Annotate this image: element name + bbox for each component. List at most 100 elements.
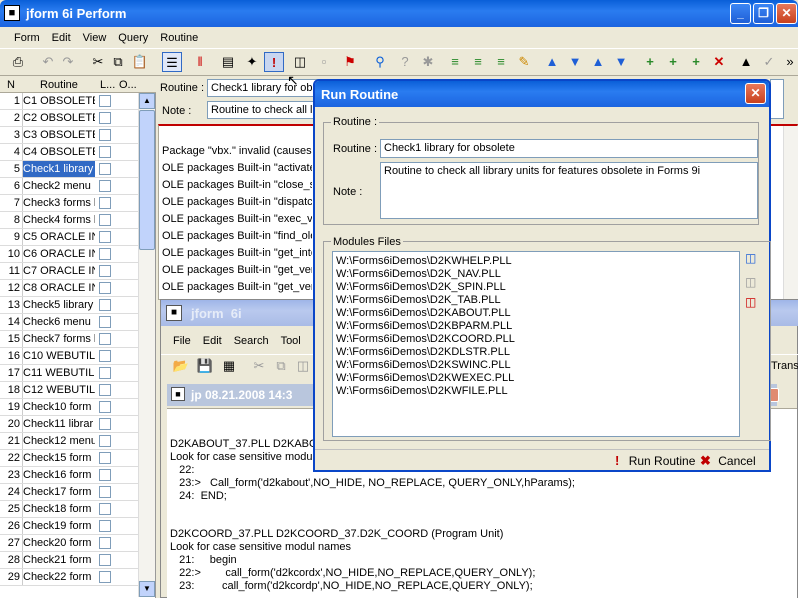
- jform-menu-tools[interactable]: Tool: [275, 332, 307, 350]
- print-icon[interactable]: ⎙: [8, 52, 28, 72]
- row-routine-name[interactable]: Check16 form: [22, 467, 95, 483]
- jform-copy-icon[interactable]: ⧉: [271, 356, 291, 376]
- grid-row[interactable]: 22 Check15 form: [0, 450, 138, 467]
- grid-row[interactable]: 9 C5 ORACLE IN: [0, 229, 138, 246]
- grid-row[interactable]: 4 C4 OBSOLETE: [0, 144, 138, 161]
- stack-icon[interactable]: ▤: [218, 52, 238, 72]
- minimize-button[interactable]: _: [730, 3, 751, 24]
- grid-row[interactable]: 15 Check7 forms l: [0, 331, 138, 348]
- row-checkbox[interactable]: [99, 418, 111, 430]
- row-routine-name[interactable]: Check3 forms l: [22, 195, 95, 211]
- jform-menu-file[interactable]: File: [167, 332, 197, 350]
- up-icon[interactable]: ▲: [736, 52, 756, 72]
- doc-icon[interactable]: ▫: [314, 52, 334, 72]
- redo-icon[interactable]: ↷: [58, 52, 78, 72]
- pencil-icon[interactable]: ✎: [514, 52, 534, 72]
- duplicate-record-icon[interactable]: +: [686, 52, 706, 72]
- list-icon[interactable]: ☰: [162, 52, 182, 72]
- row-checkbox[interactable]: [99, 248, 111, 260]
- row-checkbox[interactable]: [99, 112, 111, 124]
- row-routine-name[interactable]: C5 ORACLE IN: [22, 229, 95, 245]
- cut-icon[interactable]: ✂: [88, 52, 108, 72]
- row-checkbox[interactable]: [99, 231, 111, 243]
- row-routine-name[interactable]: Check6 menu: [22, 314, 95, 330]
- module-item[interactable]: W:\Forms6iDemos\D2KDLSTR.PLL: [336, 346, 510, 359]
- grid-row[interactable]: 24 Check17 form: [0, 484, 138, 501]
- save-all-icon[interactable]: ▦: [219, 356, 239, 376]
- module-item[interactable]: W:\Forms6iDemos\D2K_TAB.PLL: [336, 294, 501, 307]
- last-record-icon[interactable]: ▼: [611, 52, 631, 72]
- grid-row[interactable]: 21 Check12 menu: [0, 433, 138, 450]
- module-item[interactable]: W:\Forms6iDemos\D2KWHELP.PLL: [336, 255, 512, 268]
- insert-record-icon[interactable]: +: [640, 52, 660, 72]
- jform-paste-icon[interactable]: ◫: [293, 356, 313, 376]
- row-checkbox[interactable]: [99, 129, 111, 141]
- row-routine-name[interactable]: Check20 form: [22, 535, 95, 551]
- grid-row[interactable]: 2 C2 OBSOLETE: [0, 110, 138, 127]
- row-routine-name[interactable]: Check19 form: [22, 518, 95, 534]
- grid-row[interactable]: 26 Check19 form: [0, 518, 138, 535]
- module-item[interactable]: W:\Forms6iDemos\D2KWFILE.PLL: [336, 385, 508, 398]
- scroll-down-button[interactable]: ▼: [139, 581, 155, 597]
- module-item[interactable]: W:\Forms6iDemos\D2KBPARM.PLL: [336, 320, 512, 333]
- flag-icon[interactable]: ⚑: [340, 52, 360, 72]
- row-checkbox[interactable]: [99, 350, 111, 362]
- jform-menu-search[interactable]: Search: [228, 332, 275, 350]
- row-routine-name[interactable]: C2 OBSOLETE: [22, 110, 95, 126]
- close-button[interactable]: ✕: [776, 3, 797, 24]
- grid-row[interactable]: 25 Check18 form: [0, 501, 138, 518]
- grid-row[interactable]: 13 Check5 library: [0, 297, 138, 314]
- row-checkbox[interactable]: [99, 299, 111, 311]
- grid-row[interactable]: 16 C10 WEBUTIL: [0, 348, 138, 365]
- grid-row[interactable]: 10 C6 ORACLE IN: [0, 246, 138, 263]
- add-module-icon[interactable]: ◫: [745, 251, 756, 265]
- tools-icon[interactable]: ✱: [418, 52, 438, 72]
- next-record-icon[interactable]: ▲: [588, 52, 608, 72]
- row-checkbox[interactable]: [99, 180, 111, 192]
- save-icon[interactable]: 💾: [195, 356, 215, 376]
- row-routine-name[interactable]: Check1 library: [22, 161, 95, 177]
- edit-row-icon[interactable]: ≡: [468, 52, 488, 72]
- export-icon[interactable]: ◫: [290, 52, 310, 72]
- row-checkbox[interactable]: [99, 452, 111, 464]
- module-item[interactable]: W:\Forms6iDemos\D2KWEXEC.PLL: [336, 372, 514, 385]
- dialog-close-button[interactable]: ✕: [745, 83, 766, 104]
- row-routine-name[interactable]: Check18 form: [22, 501, 95, 517]
- row-routine-name[interactable]: Check4 forms l: [22, 212, 95, 228]
- grid-row[interactable]: 12 C8 ORACLE IN: [0, 280, 138, 297]
- row-routine-name[interactable]: Check21 form: [22, 552, 95, 568]
- module-item[interactable]: W:\Forms6iDemos\D2KABOUT.PLL: [336, 307, 511, 320]
- menu-routine[interactable]: Routine: [154, 29, 204, 47]
- row-checkbox[interactable]: [99, 503, 111, 515]
- remove-module-icon[interactable]: ◫: [745, 295, 756, 309]
- row-checkbox[interactable]: [99, 435, 111, 447]
- help-icon[interactable]: ?: [395, 52, 415, 72]
- col-routine[interactable]: Routine: [40, 79, 78, 91]
- grid-row[interactable]: 23 Check16 form: [0, 467, 138, 484]
- row-routine-name[interactable]: C8 ORACLE IN: [22, 280, 95, 296]
- row-checkbox[interactable]: [99, 214, 111, 226]
- row-routine-name[interactable]: C10 WEBUTIL: [22, 348, 95, 364]
- row-checkbox[interactable]: [99, 265, 111, 277]
- grid-row[interactable]: 6 Check2 menu: [0, 178, 138, 195]
- row-routine-name[interactable]: Check5 library: [22, 297, 95, 313]
- row-checkbox[interactable]: [99, 163, 111, 175]
- insert-record2-icon[interactable]: +: [663, 52, 683, 72]
- row-routine-name[interactable]: Check22 form: [22, 569, 95, 585]
- row-routine-name[interactable]: Check15 form: [22, 450, 95, 466]
- delete-record-icon[interactable]: ✕: [709, 52, 729, 72]
- row-checkbox[interactable]: [99, 537, 111, 549]
- add-row-icon[interactable]: ≡: [445, 52, 465, 72]
- undo-icon[interactable]: ↶: [38, 52, 58, 72]
- row-checkbox[interactable]: [99, 367, 111, 379]
- row-checkbox[interactable]: [99, 282, 111, 294]
- row-checkbox[interactable]: [99, 197, 111, 209]
- row-routine-name[interactable]: C1 OBSOLETE: [22, 93, 95, 109]
- dialog-routine-field[interactable]: Check1 library for obsolete: [380, 139, 758, 158]
- menu-view[interactable]: View: [77, 29, 113, 47]
- doc-star-icon[interactable]: ✦: [242, 52, 262, 72]
- row-checkbox[interactable]: [99, 95, 111, 107]
- row-checkbox[interactable]: [99, 333, 111, 345]
- row-checkbox[interactable]: [99, 316, 111, 328]
- row-routine-name[interactable]: C4 OBSOLETE: [22, 144, 95, 160]
